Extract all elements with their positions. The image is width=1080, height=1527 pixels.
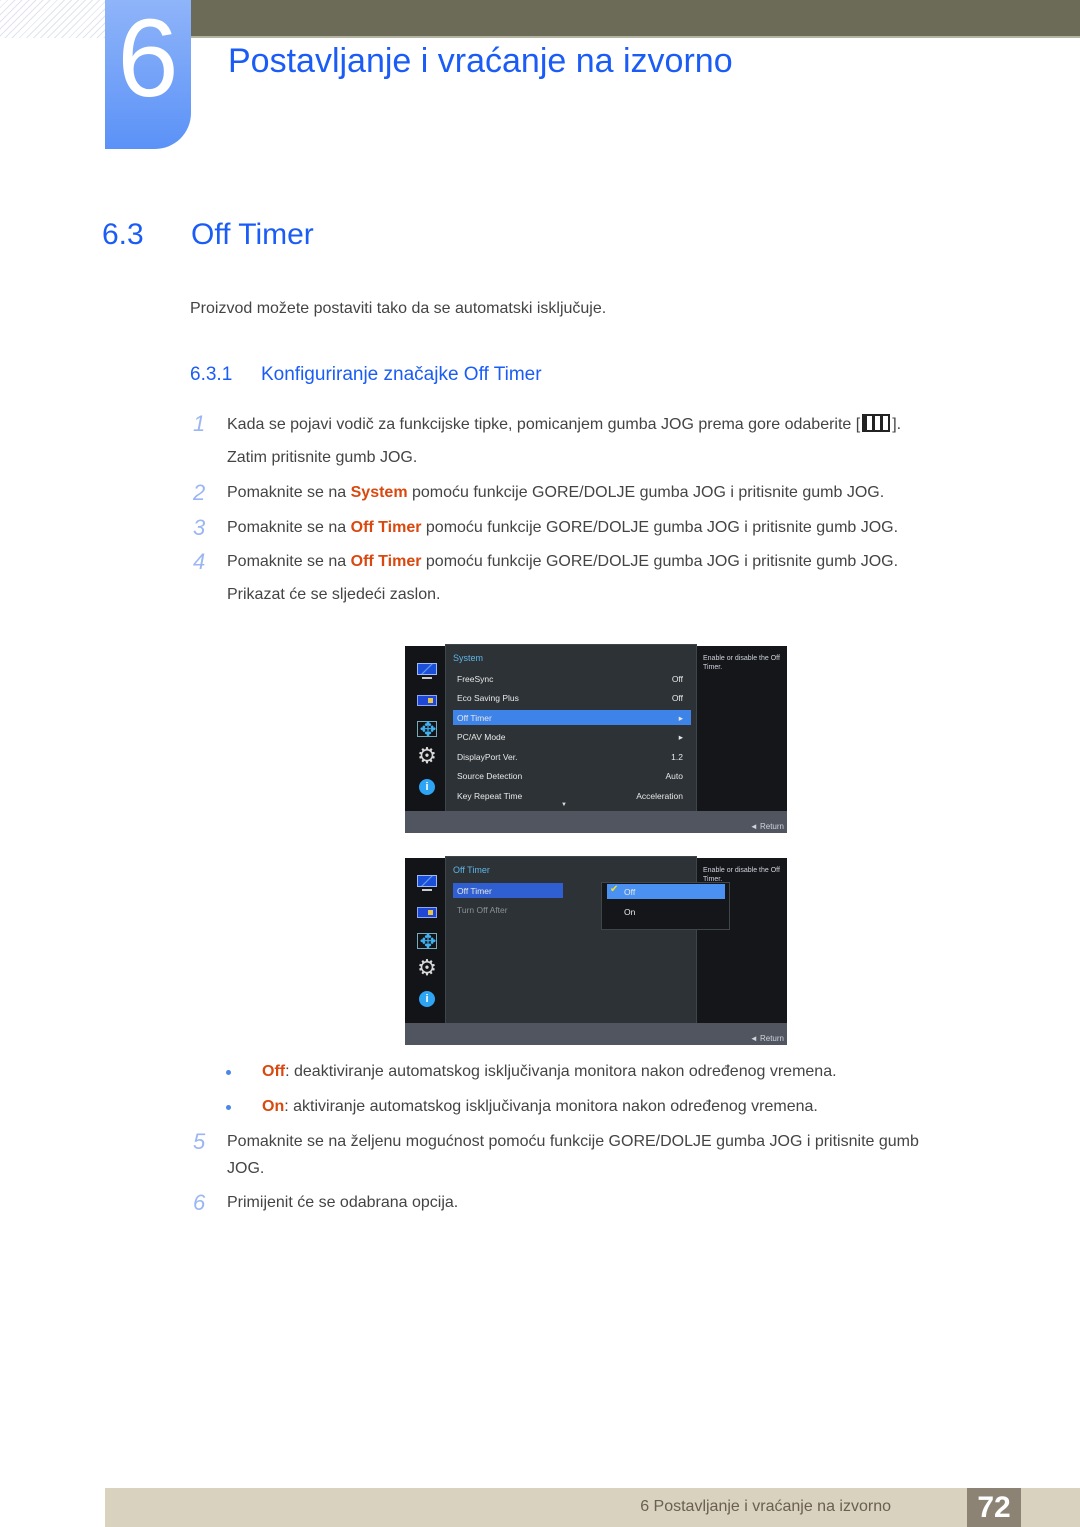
menu-item-freesync[interactable]: FreeSync Off (453, 671, 691, 686)
highlight-term: On (262, 1098, 285, 1115)
osd-off-timer-menu: ⚙ i Off Timer Off Timer Turn Off After ✔… (405, 856, 787, 1045)
return-button[interactable]: ◄ Return (750, 1034, 784, 1043)
scroll-down-icon[interactable]: ▼ (561, 802, 567, 808)
panel-title: Off Timer (453, 865, 490, 875)
osd-system-menu: ⚙ i System FreeSyncOff Eco Saving PlusOf… (405, 644, 787, 833)
panel-title: System (453, 653, 484, 663)
step-text: Pomaknite se na Off Timer pomoću funkcij… (227, 553, 899, 570)
monitor-icon[interactable] (417, 663, 437, 675)
osd-footer: ◄ Return (405, 811, 787, 833)
menu-item-source-detection[interactable]: Source Detection Auto (453, 768, 691, 783)
subsection-title: Konfiguriranje značajke Off Timer (261, 364, 542, 385)
info-icon[interactable]: i (419, 991, 435, 1007)
size-position-icon[interactable] (417, 929, 438, 954)
size-position-icon[interactable] (417, 717, 438, 742)
osd-panel: System FreeSync Off Eco Saving Plus Off Of… (445, 644, 697, 813)
step-text-line2: Prikazat će se sljedeći zaslon. (227, 586, 441, 603)
monitor-stand-icon (422, 677, 432, 679)
return-button[interactable]: ◄ Return (750, 822, 784, 831)
page-footer: 6 Postavljanje i vraćanje na izvorno 72 (105, 1488, 1021, 1527)
section-number: 6.3 (102, 218, 144, 251)
step-text: Primijenit će se odabrana opcija. (227, 1194, 459, 1211)
step-number: 1 (193, 411, 206, 436)
off-timer-options: ✔ Off On (601, 882, 730, 930)
step-number: 4 (193, 549, 206, 574)
header-bar (190, 0, 1080, 38)
picture-icon[interactable] (417, 907, 437, 918)
osd-footer: ◄ Return (405, 1023, 787, 1045)
help-text: Enable or disable the Off Timer. (703, 655, 780, 671)
osd-panel: Off Timer Off Timer Turn Off After ✔ Off… (445, 856, 730, 1025)
step-number: 2 (193, 480, 206, 505)
section-intro: Proizvod možete postaviti tako da se aut… (190, 300, 607, 317)
bullet-dot (226, 1105, 231, 1110)
chapter-tab: 6 (105, 0, 191, 149)
chapter-number: 6 (117, 0, 179, 120)
step-text: Kada se pojavi vodič za funkcijske tipke… (227, 414, 902, 433)
step-text: Pomaknite se na System pomoću funkcije G… (227, 484, 885, 501)
step-text-line2: JOG. (227, 1160, 265, 1177)
option-off[interactable]: ✔ Off (607, 884, 725, 899)
footer-chapter-title: 6 Postavljanje i vraćanje na izvorno (640, 1498, 891, 1515)
footer-tail (1021, 1488, 1080, 1527)
highlight-term: Off Timer (350, 519, 422, 536)
bullet-dot (226, 1070, 231, 1075)
menu-item-key-repeat-time[interactable]: Key Repeat Time Acceleration (453, 788, 691, 803)
menu-item-pc-av-mode[interactable]: PC/AV Mode ▸ (453, 729, 691, 744)
chevron-right-icon: ▸ (678, 732, 683, 742)
section-title: Off Timer (191, 218, 314, 251)
step-number: 3 (193, 515, 206, 540)
highlight-term: Off (262, 1063, 286, 1080)
osd-sidebar: ⚙ i (405, 646, 445, 811)
check-icon: ✔ (610, 884, 619, 895)
step-text: Pomaknite se na željenu mogućnost pomoću… (227, 1133, 919, 1150)
gear-icon[interactable]: ⚙ (417, 745, 437, 767)
menu-item-off-timer[interactable]: Off Timer (453, 883, 563, 898)
picture-icon[interactable] (417, 695, 437, 706)
chapter-title: Postavljanje i vraćanje na izvorno (228, 42, 733, 80)
highlight-term: System (350, 484, 408, 501)
menu-item-turn-off-after[interactable]: Turn Off After (453, 902, 563, 917)
info-icon[interactable]: i (419, 779, 435, 795)
menu-item-off-timer[interactable]: Off Timer ▸ (453, 710, 691, 725)
osd-sidebar: ⚙ i (405, 858, 445, 1023)
monitor-icon[interactable] (417, 875, 437, 887)
subsection-number: 6.3.1 (190, 364, 233, 385)
menu-item-eco-saving-plus[interactable]: Eco Saving Plus Off (453, 690, 691, 705)
highlight-term: Off Timer (350, 553, 422, 570)
help-text: Enable or disable the Off Timer. (703, 867, 780, 883)
step-number: 6 (193, 1190, 206, 1215)
header-hatch-decoration (0, 0, 105, 38)
step-text-line2: Zatim pritisnite gumb JOG. (227, 449, 418, 466)
step-number: 5 (193, 1129, 206, 1154)
menu-icon (862, 414, 891, 432)
monitor-stand-icon (422, 889, 432, 891)
page-number: 72 (967, 1488, 1021, 1527)
chevron-right-icon: ▸ (678, 713, 683, 723)
step-text: Pomaknite se na Off Timer pomoću funkcij… (227, 519, 899, 536)
menu-item-displayport-ver[interactable]: DisplayPort Ver. 1.2 (453, 749, 691, 764)
option-on[interactable]: On (607, 904, 725, 919)
gear-icon[interactable]: ⚙ (417, 957, 437, 979)
